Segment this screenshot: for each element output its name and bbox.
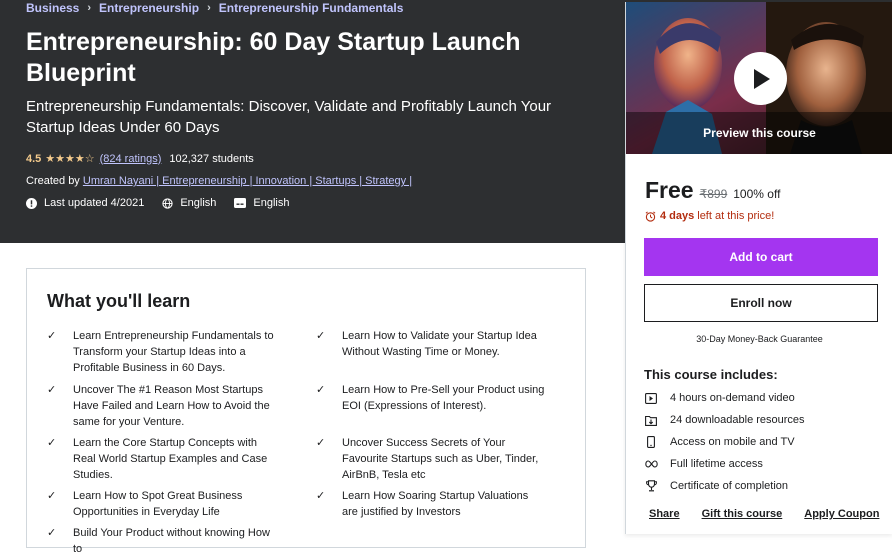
infinity-icon bbox=[644, 460, 658, 468]
learn-item: ✓ Learn How Soaring Startup Valuations a… bbox=[316, 488, 546, 520]
breadcrumb-entrepreneurship[interactable]: Entrepreneurship bbox=[99, 1, 199, 15]
preview-label: Preview this course bbox=[703, 126, 816, 140]
learn-item-text: Learn Entrepreneurship Fundamentals to T… bbox=[73, 330, 274, 374]
alarm-clock-icon bbox=[645, 211, 656, 222]
captions-text: English bbox=[253, 197, 290, 209]
created-by: Created by Umran Nayani | Entrepreneursh… bbox=[26, 175, 412, 187]
breadcrumb: Business › Entrepreneurship › Entreprene… bbox=[26, 1, 403, 15]
created-by-label: Created by bbox=[26, 175, 80, 187]
instructor-link[interactable]: Umran Nayani | Entrepreneurship | Innova… bbox=[83, 175, 412, 187]
students-count: 102,327 students bbox=[169, 152, 254, 165]
language-text: English bbox=[180, 197, 217, 209]
current-price: Free bbox=[645, 177, 694, 203]
check-icon: ✓ bbox=[47, 384, 57, 396]
includes-item-text: Certificate of completion bbox=[670, 480, 788, 492]
course-title: Entrepreneurship: 60 Day Startup Launch … bbox=[26, 28, 521, 87]
video-icon bbox=[645, 392, 657, 404]
play-button[interactable] bbox=[734, 52, 787, 105]
language: English bbox=[162, 197, 216, 209]
learn-item: ✓ Learn How to Spot Great Business Oppor… bbox=[47, 488, 277, 520]
check-icon: ✓ bbox=[316, 490, 326, 502]
add-to-cart-button[interactable]: Add to cart bbox=[644, 238, 878, 276]
chevron-right-icon: › bbox=[207, 2, 211, 14]
enroll-now-button[interactable]: Enroll now bbox=[644, 284, 878, 322]
includes-item-text: Full lifetime access bbox=[670, 458, 763, 470]
original-price: ₹899 bbox=[699, 187, 728, 201]
last-updated-text: Last updated 4/2021 bbox=[44, 197, 145, 209]
learn-item-text: Learn How to Spot Great Business Opportu… bbox=[73, 490, 243, 518]
price-timer: 4 days left at this price! bbox=[645, 210, 774, 222]
what-you-will-learn: What you'll learn ✓ Learn Entrepreneursh… bbox=[26, 268, 586, 555]
includes-title: This course includes: bbox=[644, 367, 778, 382]
includes-item: Access on mobile and TV bbox=[644, 436, 795, 448]
discount-percent: 100% off bbox=[733, 187, 781, 201]
course-preview[interactable]: Preview this course bbox=[626, 2, 892, 154]
learn-item: ✓ Learn How to Pre-Sell your Product usi… bbox=[316, 382, 546, 414]
check-icon: ✓ bbox=[47, 330, 57, 342]
includes-item-text: Access on mobile and TV bbox=[670, 436, 795, 448]
includes-item-text: 24 downloadable resources bbox=[670, 414, 805, 426]
timer-days: 4 days bbox=[660, 210, 695, 222]
share-link[interactable]: Share bbox=[649, 508, 680, 520]
play-icon bbox=[753, 68, 770, 89]
learn-item-text: Build Your Product without knowing How t… bbox=[73, 527, 270, 555]
check-icon: ✓ bbox=[47, 437, 57, 449]
breadcrumb-business[interactable]: Business bbox=[26, 1, 79, 15]
check-icon: ✓ bbox=[316, 437, 326, 449]
includes-item: 24 downloadable resources bbox=[644, 414, 805, 426]
closed-captions-icon bbox=[234, 198, 247, 208]
star-rating-icon: ★★★★☆ bbox=[45, 153, 95, 165]
check-icon: ✓ bbox=[47, 490, 57, 502]
timer-text: left at this price! bbox=[697, 210, 775, 222]
learn-item: ✓ Uncover The #1 Reason Most Startups Ha… bbox=[47, 382, 277, 430]
includes-item: Certificate of completion bbox=[644, 480, 788, 492]
rating-row: 4.5 ★★★★☆ (824 ratings) 102,327 students bbox=[26, 152, 254, 166]
alert-icon bbox=[26, 197, 37, 209]
mobile-icon bbox=[647, 436, 655, 448]
apply-coupon-link[interactable]: Apply Coupon bbox=[804, 508, 879, 520]
last-updated: Last updated 4/2021 bbox=[26, 197, 144, 209]
includes-item-text: 4 hours on-demand video bbox=[670, 392, 795, 404]
file-icon bbox=[645, 415, 657, 426]
learn-item: ✓ Build Your Product without knowing How… bbox=[47, 525, 277, 557]
check-icon: ✓ bbox=[47, 527, 57, 539]
course-subtitle: Entrepreneurship Fundamentals: Discover,… bbox=[26, 98, 552, 136]
learn-item-text: Learn How to Pre-Sell your Product using… bbox=[342, 384, 545, 412]
learn-item: ✓ Learn Entrepreneurship Fundamentals to… bbox=[47, 328, 277, 376]
learn-item: ✓ Learn How to Validate your Startup Ide… bbox=[316, 328, 546, 360]
ratings-count-link[interactable]: (824 ratings) bbox=[100, 153, 162, 165]
learn-title: What you'll learn bbox=[47, 291, 191, 311]
gift-course-link[interactable]: Gift this course bbox=[702, 508, 783, 520]
includes-item: Full lifetime access bbox=[644, 458, 763, 470]
learn-item-text: Learn the Core Startup Concepts with Rea… bbox=[73, 437, 268, 481]
rating-value: 4.5 bbox=[26, 152, 42, 165]
learn-item: ✓ Learn the Core Startup Concepts with R… bbox=[47, 435, 277, 483]
learn-item-text: Uncover The #1 Reason Most Startups Have… bbox=[73, 384, 270, 428]
learn-item-text: Learn How Soaring Startup Valuations are… bbox=[342, 490, 529, 518]
check-icon: ✓ bbox=[316, 330, 326, 342]
check-icon: ✓ bbox=[316, 384, 326, 396]
purchase-sidebar: Preview this course Free ₹899 100% off 4… bbox=[625, 2, 892, 534]
learn-item-text: Learn How to Validate your Startup Idea … bbox=[342, 330, 537, 358]
learn-item-text: Uncover Success Secrets of Your Favourit… bbox=[342, 437, 539, 481]
chevron-right-icon: › bbox=[87, 2, 92, 14]
breadcrumb-entrepreneurship-fundamentals[interactable]: Entrepreneurship Fundamentals bbox=[219, 1, 404, 15]
money-back-guarantee: 30-Day Money-Back Guarantee bbox=[696, 334, 823, 344]
captions: English bbox=[234, 197, 289, 209]
price-row: Free ₹899 100% off bbox=[645, 177, 780, 204]
includes-item: 4 hours on-demand video bbox=[644, 392, 795, 404]
trophy-icon bbox=[645, 480, 657, 492]
sidebar-actions: Share Gift this course Apply Coupon bbox=[649, 508, 879, 520]
course-meta: Last updated 4/2021 English English bbox=[26, 197, 307, 209]
globe-icon bbox=[162, 197, 173, 209]
learn-item: ✓ Uncover Success Secrets of Your Favour… bbox=[316, 435, 546, 483]
